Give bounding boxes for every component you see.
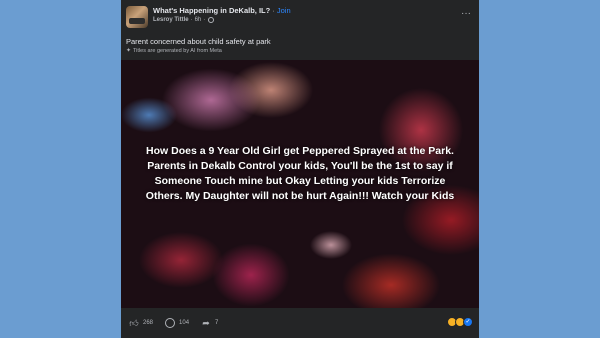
separator-dot: · — [272, 6, 275, 15]
post-image[interactable]: How Does a 9 Year Old Girl get Peppered … — [121, 60, 479, 308]
group-name[interactable]: What's Happening in DeKalb, IL? — [153, 6, 270, 15]
post-footer: 👍︎ 268 104 ➦ 7 ✓ — [121, 308, 479, 338]
comment-stat[interactable]: 104 — [165, 318, 189, 328]
comment-count: 104 — [179, 320, 190, 326]
like-icon: 👍︎ — [129, 318, 139, 328]
share-stat[interactable]: ➦ 7 — [201, 318, 218, 328]
like-count: 268 — [143, 320, 154, 326]
share-count: 7 — [215, 320, 219, 326]
like-reaction-icon: ✓ — [463, 317, 473, 327]
group-avatar[interactable] — [126, 6, 148, 28]
group-name-line: What's Happening in DeKalb, IL? · Join — [153, 6, 291, 15]
post-title: Parent concerned about child safety at p… — [126, 37, 271, 46]
meta-separator: · — [190, 17, 193, 23]
author-name[interactable]: Lesroy Tittle — [153, 17, 189, 23]
globe-icon — [208, 17, 215, 23]
image-text: How Does a 9 Year Old Girl get Peppered … — [145, 145, 455, 202]
post-card: What's Happening in DeKalb, IL? · Join L… — [121, 0, 479, 338]
reaction-icons[interactable]: ✓ — [447, 317, 473, 327]
ai-title-note: ✦ Titles are generated by AI from Meta — [126, 47, 222, 55]
post-meta: Lesroy Tittle · 6h · — [153, 17, 215, 23]
share-icon: ➦ — [202, 318, 210, 328]
comment-icon — [165, 318, 176, 328]
meta-separator-2: · — [203, 17, 206, 23]
post-time[interactable]: 6h — [195, 17, 202, 23]
join-link[interactable]: Join — [277, 6, 291, 15]
post-header: What's Happening in DeKalb, IL? · Join L… — [126, 6, 473, 30]
sparkle-icon: ✦ — [126, 48, 132, 54]
ai-note-text: Titles are generated by AI from Meta — [133, 47, 222, 54]
like-stat[interactable]: 👍︎ 268 — [129, 318, 153, 328]
more-icon[interactable]: ··· — [461, 9, 471, 19]
